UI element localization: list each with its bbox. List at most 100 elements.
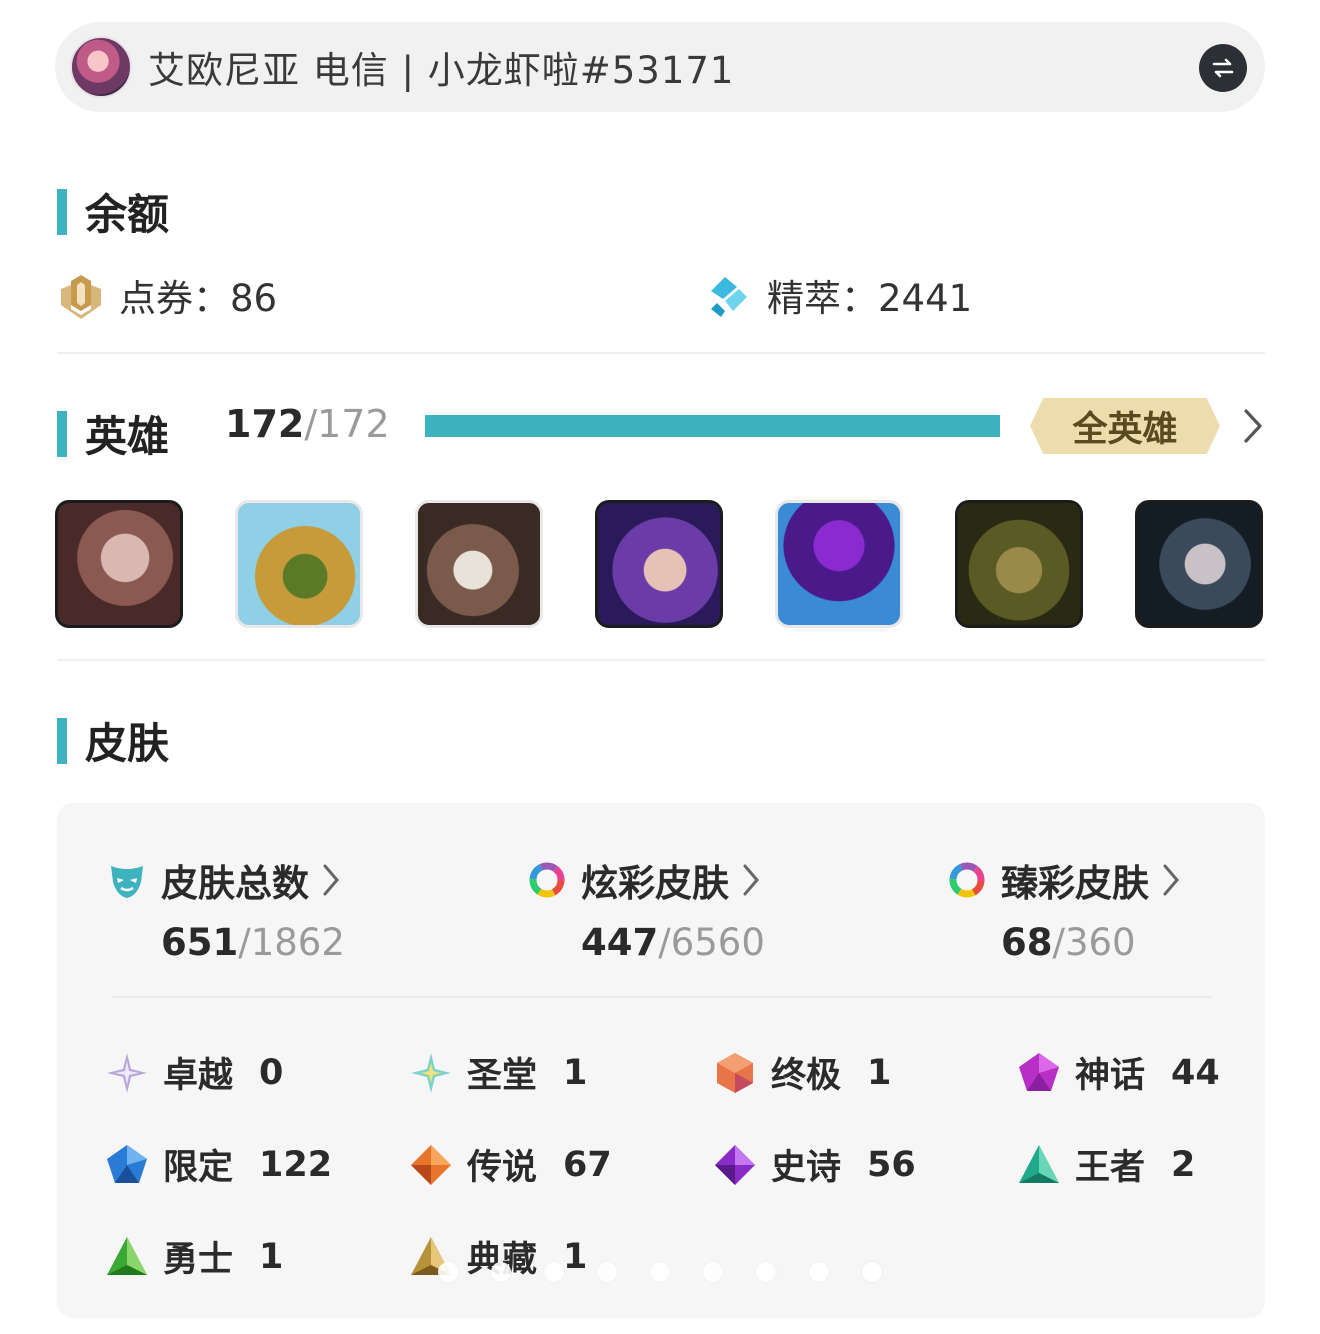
champion-portrait-1[interactable] bbox=[55, 500, 183, 628]
skins-title: 皮肤 bbox=[85, 719, 170, 768]
champion-portraits bbox=[55, 500, 1265, 628]
tier-name: 神话 bbox=[1075, 1056, 1146, 1096]
sparkle-icon bbox=[411, 1052, 451, 1093]
page-dot[interactable] bbox=[597, 1262, 617, 1282]
page-dot[interactable] bbox=[703, 1262, 723, 1282]
prestige-chroma-stat[interactable]: 臻彩皮肤 68/360 bbox=[947, 853, 1307, 964]
skins-panel: 皮肤总数 651/1862 炫彩皮肤 447/6560 臻彩皮肤 68/360 … bbox=[57, 803, 1265, 1318]
chroma-ring-icon bbox=[949, 862, 985, 898]
avatar bbox=[70, 36, 132, 98]
page-dot[interactable] bbox=[809, 1262, 829, 1282]
section-accent-bar bbox=[57, 717, 67, 764]
tier-name: 王者 bbox=[1075, 1148, 1146, 1188]
hero-row[interactable]: 英雄 172/172 全英雄 bbox=[57, 398, 1267, 461]
divider bbox=[57, 659, 1265, 661]
tier-transcendent: 卓越 0 bbox=[105, 1047, 283, 1098]
hero-total: /172 bbox=[304, 402, 390, 446]
tier-name: 圣堂 bbox=[467, 1056, 538, 1096]
essence-balance: 精萃：2441 bbox=[703, 268, 972, 322]
prestige-chroma-owned: 68 bbox=[1001, 921, 1053, 964]
chroma-skin-stat[interactable]: 炫彩皮肤 447/6560 bbox=[527, 853, 887, 964]
champion-portrait-7[interactable] bbox=[1135, 500, 1263, 628]
page-dot[interactable] bbox=[438, 1262, 458, 1282]
hero-count: 172/172 bbox=[225, 402, 390, 446]
page-indicator bbox=[438, 1262, 898, 1286]
tier-count: 56 bbox=[867, 1144, 916, 1185]
balance-title: 余额 bbox=[85, 190, 170, 239]
tier-warrior: 勇士 1 bbox=[105, 1231, 283, 1282]
tier-count: 1 bbox=[867, 1052, 892, 1093]
tier-name: 传说 bbox=[467, 1148, 538, 1188]
tier-name: 史诗 bbox=[771, 1148, 842, 1188]
hexagon-gem-icon bbox=[717, 1052, 753, 1093]
chevron-right-icon bbox=[323, 864, 339, 896]
hero-progress-fill bbox=[425, 415, 1000, 437]
rp-balance: 点券：86 bbox=[55, 268, 277, 322]
prestige-chroma-total: /360 bbox=[1052, 921, 1136, 964]
tier-epic: 史诗 56 bbox=[713, 1139, 916, 1190]
page-dot[interactable] bbox=[650, 1262, 670, 1282]
page-dot[interactable] bbox=[491, 1262, 511, 1282]
balance-row: 点券：86 精萃：2441 bbox=[55, 268, 1265, 324]
chevron-right-icon bbox=[743, 864, 759, 896]
switch-account-button[interactable] bbox=[1199, 44, 1247, 92]
mask-icon bbox=[111, 866, 143, 898]
tier-legendary: 传说 67 bbox=[409, 1139, 612, 1190]
pentagon-gem-icon bbox=[1019, 1052, 1059, 1091]
tier-count: 2 bbox=[1171, 1144, 1196, 1185]
tier-name: 勇士 bbox=[163, 1240, 234, 1280]
chroma-ring-icon bbox=[529, 862, 565, 898]
blue-essence-icon bbox=[711, 277, 747, 317]
tier-exalted: 圣堂 1 bbox=[409, 1047, 587, 1098]
page-dot[interactable] bbox=[862, 1262, 882, 1282]
section-accent-bar bbox=[57, 188, 67, 235]
tier-name: 卓越 bbox=[163, 1056, 234, 1096]
all-heroes-badge[interactable]: 全英雄 bbox=[1030, 398, 1220, 454]
champion-portrait-5[interactable] bbox=[775, 500, 903, 628]
tier-count: 0 bbox=[259, 1052, 284, 1093]
skin-total-total: /1862 bbox=[238, 921, 345, 964]
champion-portrait-3[interactable] bbox=[415, 500, 543, 628]
hero-title: 英雄 bbox=[85, 412, 170, 461]
tier-count: 122 bbox=[259, 1144, 333, 1185]
pentagon-gem-icon bbox=[107, 1144, 147, 1183]
tier-count: 1 bbox=[259, 1236, 284, 1277]
tier-name: 限定 bbox=[163, 1148, 234, 1188]
section-accent-bar bbox=[57, 410, 67, 457]
chroma-skin-label: 炫彩皮肤 bbox=[581, 862, 729, 905]
page-dot[interactable] bbox=[756, 1262, 776, 1282]
essence-label: 精萃：2441 bbox=[767, 277, 973, 320]
skins-section-title: 皮肤 bbox=[57, 710, 169, 771]
diamond-gem-icon bbox=[411, 1144, 451, 1185]
hero-section-title: 英雄 bbox=[57, 403, 169, 464]
switch-arrows-icon bbox=[1212, 58, 1234, 78]
champion-portrait-2[interactable] bbox=[235, 500, 363, 628]
account-info: 艾欧尼亚 电信 | 小龙虾啦#53171 bbox=[148, 49, 735, 92]
prestige-chroma-label: 臻彩皮肤 bbox=[1001, 862, 1149, 905]
chevron-right-icon bbox=[1163, 864, 1179, 896]
tier-count: 67 bbox=[563, 1144, 612, 1185]
rp-label: 点券：86 bbox=[119, 277, 278, 320]
hero-owned: 172 bbox=[225, 402, 305, 446]
tier-name: 终极 bbox=[771, 1056, 842, 1096]
tier-limited: 限定 122 bbox=[105, 1139, 332, 1190]
skin-total-owned: 651 bbox=[161, 921, 239, 964]
chevron-right-icon[interactable] bbox=[1239, 406, 1267, 446]
tier-ultimate: 终极 1 bbox=[713, 1047, 891, 1098]
tier-mythic: 神话 44 bbox=[1017, 1047, 1220, 1098]
tier-count: 1 bbox=[563, 1052, 588, 1093]
chroma-owned: 447 bbox=[581, 921, 659, 964]
champion-portrait-4[interactable] bbox=[595, 500, 723, 628]
page-dot[interactable] bbox=[544, 1262, 564, 1282]
balance-section-title: 余额 bbox=[57, 181, 169, 242]
diamond-gem-icon bbox=[715, 1144, 755, 1185]
skin-total-label: 皮肤总数 bbox=[161, 862, 309, 905]
hero-progress-bar bbox=[425, 415, 1000, 437]
account-bar[interactable]: 艾欧尼亚 电信 | 小龙虾啦#53171 bbox=[55, 22, 1265, 112]
tier-champion: 王者 2 bbox=[1017, 1139, 1195, 1190]
star-burst-icon bbox=[107, 1052, 147, 1093]
divider bbox=[112, 996, 1212, 998]
divider bbox=[57, 352, 1265, 354]
skin-total-stat[interactable]: 皮肤总数 651/1862 bbox=[107, 853, 467, 964]
champion-portrait-6[interactable] bbox=[955, 500, 1083, 628]
